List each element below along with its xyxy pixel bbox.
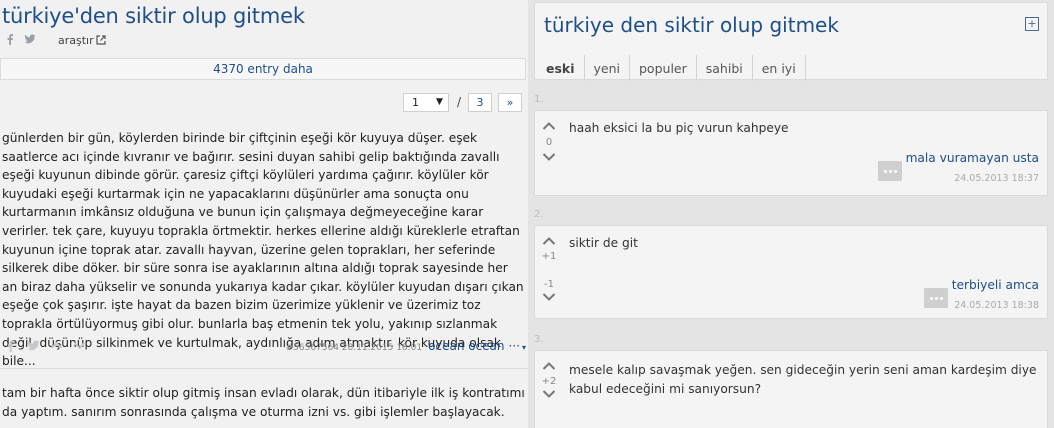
downvote-icon[interactable] [542, 152, 556, 162]
entry-footer: #56567564 28.11.2015 18:01 ocean ocean ···… [4, 338, 526, 354]
entry-card: +2 mesele kalıp savaşmak yeğen. sen gide… [534, 350, 1048, 428]
pager: 1 ▼ / 3 » [402, 92, 528, 112]
entry-author[interactable]: terbiyeli amca [952, 278, 1039, 292]
vote-block: +2 [541, 361, 557, 399]
upvote-icon[interactable] [542, 361, 556, 371]
entry-divider [0, 368, 528, 369]
entry-text: haah eksici la bu piç vurun kahpeye [569, 121, 789, 135]
upvote-icon[interactable] [542, 236, 556, 246]
entry-meta: #56567564 28.11.2015 18:01 ocean ocean ···… [286, 338, 526, 356]
entry-id-date[interactable]: #56567564 28.11.2015 18:01 [286, 343, 423, 353]
entry-text: günlerden bir gün, köylerden birinde bir… [2, 131, 524, 369]
downvote-icon[interactable] [73, 339, 86, 352]
topic-header: türkiye den siktir olup gitmek + eski ye… [534, 2, 1048, 81]
more-entries-button[interactable]: 4370 entry daha [0, 58, 526, 80]
avatar[interactable] [924, 288, 948, 308]
tab-en-iyi[interactable]: en iyi [753, 55, 806, 81]
select-arrow-icon: ▼ [436, 96, 443, 107]
search-link[interactable]: araştır [58, 34, 106, 47]
right-pane: türkiye den siktir olup gitmek + eski ye… [528, 0, 1054, 428]
entry-card: 0 haah eksici la bu piç vurun kahpeye ma… [534, 110, 1048, 196]
vote-block: +1 -1 [541, 236, 557, 302]
vote-up-count: +1 [541, 251, 557, 262]
vote-count: +2 [541, 376, 557, 387]
entry-number: 2. [534, 209, 544, 220]
entry-actions [4, 339, 96, 352]
search-label: araştır [58, 34, 94, 47]
share-row [4, 32, 44, 46]
topic-title[interactable]: türkiye'den siktir olup gitmek [2, 4, 305, 28]
facebook-icon[interactable] [4, 339, 17, 352]
tab-yeni[interactable]: yeni [585, 55, 630, 81]
entry-card: +1 -1 siktir de git terbiyeli amca 24.05… [534, 225, 1048, 319]
upvote-icon[interactable] [50, 339, 63, 352]
next-page-button[interactable]: » [498, 92, 522, 112]
left-pane: türkiye'den siktir olup gitmek araştır 4… [0, 0, 528, 428]
upvote-icon[interactable] [542, 121, 556, 131]
last-page-button[interactable]: 3 [468, 92, 492, 112]
facebook-icon[interactable] [4, 33, 16, 45]
entry-author[interactable]: ocean ocean [428, 339, 504, 353]
tab-populer[interactable]: populer [630, 55, 697, 81]
tab-eski[interactable]: eski [537, 55, 585, 81]
entry-menu-button[interactable]: ··· [509, 339, 520, 353]
topic-title[interactable]: türkiye den siktir olup gitmek [544, 13, 839, 37]
sort-tabs: eski yeni populer sahibi en iyi [537, 55, 806, 81]
entry-text: tam bir hafta önce siktir olup gitmiş in… [2, 386, 525, 419]
downvote-icon[interactable] [542, 389, 556, 399]
entry-number: 1. [534, 94, 544, 105]
page-separator: / [456, 95, 461, 109]
vote-count: 0 [545, 137, 553, 148]
downvote-icon[interactable] [542, 292, 556, 302]
entry-text: mesele kalıp savaşmak yeğen. sen gideceğ… [569, 363, 1037, 396]
entry-date[interactable]: 24.05.2013 18:38 [954, 300, 1039, 311]
tab-sahibi[interactable]: sahibi [697, 55, 753, 81]
entry-author[interactable]: mala vuramayan usta [906, 151, 1039, 165]
avatar[interactable] [878, 161, 902, 181]
twitter-icon[interactable] [27, 339, 40, 352]
entry-number: 3. [534, 334, 544, 345]
entry-text: siktir de git [569, 236, 638, 250]
vote-block: 0 [541, 121, 557, 162]
chevron-down-icon[interactable]: ▾ [522, 343, 526, 352]
entry-date[interactable]: 24.05.2013 18:37 [954, 173, 1039, 184]
twitter-icon[interactable] [24, 33, 36, 45]
vote-down-count: -1 [544, 279, 554, 290]
external-link-icon [96, 35, 106, 45]
expand-button[interactable]: + [1025, 17, 1039, 31]
page-select[interactable]: 1 ▼ [402, 92, 449, 112]
page-select-value: 1 [411, 95, 419, 109]
